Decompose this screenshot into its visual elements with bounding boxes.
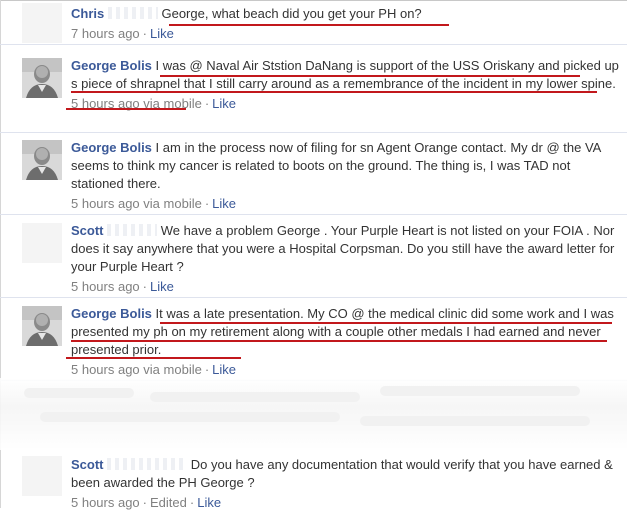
like-link[interactable]: Like (212, 196, 236, 211)
comment-item: Scott We have a problem George . Your Pu… (0, 217, 627, 298)
smudge (380, 386, 580, 396)
meta-separator: · (142, 26, 148, 41)
comment-body: Scott Do you have any documentation that… (71, 456, 621, 512)
annotation-underline (66, 108, 186, 110)
comment-author-link[interactable]: George Bolis (71, 306, 152, 321)
annotation-underline (160, 75, 580, 77)
comment-meta: 5 hours ago via mobile · Like (71, 195, 621, 213)
comment-author-link[interactable]: George Bolis (71, 140, 152, 155)
like-link[interactable]: Like (212, 362, 236, 377)
comment-text: George, what beach did you get your PH o… (161, 6, 422, 21)
meta-separator: · (204, 96, 210, 111)
comment-author-link[interactable]: Chris (71, 6, 104, 21)
annotation-underline (71, 340, 607, 342)
comment-timestamp[interactable]: 5 hours ago (71, 279, 140, 294)
like-link[interactable]: Like (212, 96, 236, 111)
comment-body: George Bolis It was a late presentation.… (71, 305, 621, 379)
smudge (150, 392, 360, 402)
avatar[interactable] (22, 58, 62, 98)
comment-timestamp[interactable]: 5 hours ago (71, 362, 140, 377)
comment-timestamp[interactable]: 5 hours ago (71, 196, 140, 211)
comment-author-link[interactable]: George Bolis (71, 58, 152, 73)
comment-via: via mobile (143, 196, 202, 211)
comment-via: via mobile (143, 362, 202, 377)
annotation-underline (160, 322, 612, 324)
smudge (40, 412, 340, 422)
comment-body: Scott We have a problem George . Your Pu… (71, 222, 621, 296)
profile-photo-icon (22, 306, 62, 346)
annotation-underline (71, 91, 597, 93)
comment-meta: 5 hours ago · Like (71, 278, 621, 296)
redacted-name (107, 224, 158, 236)
annotation-underline (66, 357, 241, 359)
avatar[interactable] (22, 3, 62, 43)
comment-meta: 5 hours ago · Edited · Like (71, 494, 621, 512)
comment-meta: 7 hours ago · Like (71, 25, 621, 43)
redacted-name (107, 7, 158, 19)
comment-meta: 5 hours ago via mobile · Like (71, 361, 621, 379)
redacted-name (107, 458, 188, 470)
comment-item: Scott Do you have any documentation that… (0, 452, 627, 510)
comment-body: George Bolis I am in the process now of … (71, 139, 621, 213)
avatar[interactable] (22, 306, 62, 346)
comment-item: Chris George, what beach did you get you… (0, 0, 627, 45)
comment-meta: 5 hours ago via mobile · Like (71, 95, 621, 113)
comment-text: It was a late presentation. My CO @ the … (71, 306, 614, 357)
smudge (360, 416, 590, 426)
like-link[interactable]: Like (150, 26, 174, 41)
profile-photo-icon (22, 58, 62, 98)
comment-timestamp[interactable]: 7 hours ago (71, 26, 140, 41)
meta-separator: · (204, 196, 210, 211)
meta-separator: · (142, 279, 148, 294)
avatar[interactable] (22, 456, 62, 496)
comment-author-link[interactable]: Scott (71, 457, 104, 472)
smudge (24, 388, 134, 398)
comment-item: George Bolis I am in the process now of … (0, 134, 627, 215)
annotation-underline (169, 24, 449, 26)
avatar[interactable] (22, 140, 62, 180)
meta-separator: · (204, 362, 210, 377)
profile-photo-icon (22, 140, 62, 180)
like-link[interactable]: Like (150, 279, 174, 294)
avatar[interactable] (22, 223, 62, 263)
comment-author-link[interactable]: Scott (71, 223, 104, 238)
obscured-comment-region (0, 378, 627, 450)
comment-body: George Bolis I was @ Naval Air Ststion D… (71, 57, 621, 113)
